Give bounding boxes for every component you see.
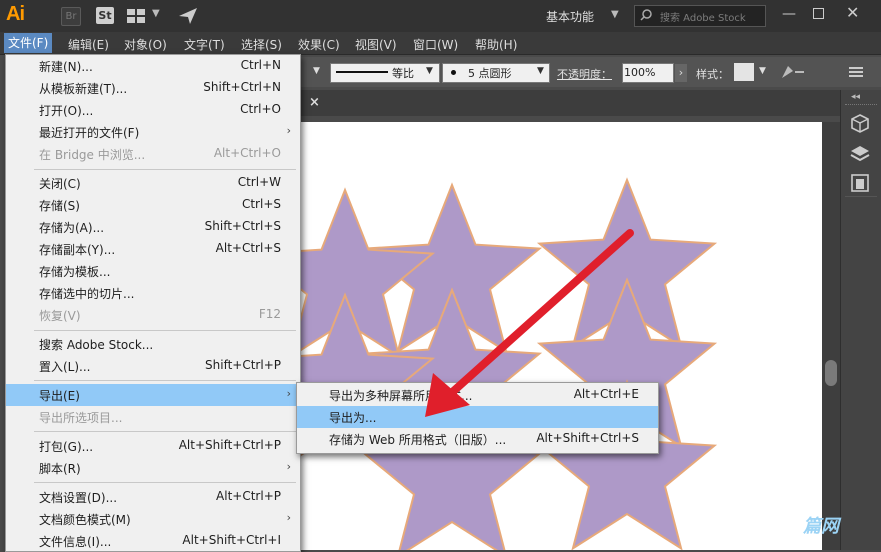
watermark: 篇网	[803, 516, 839, 537]
annotation-arrow-icon	[425, 229, 634, 417]
